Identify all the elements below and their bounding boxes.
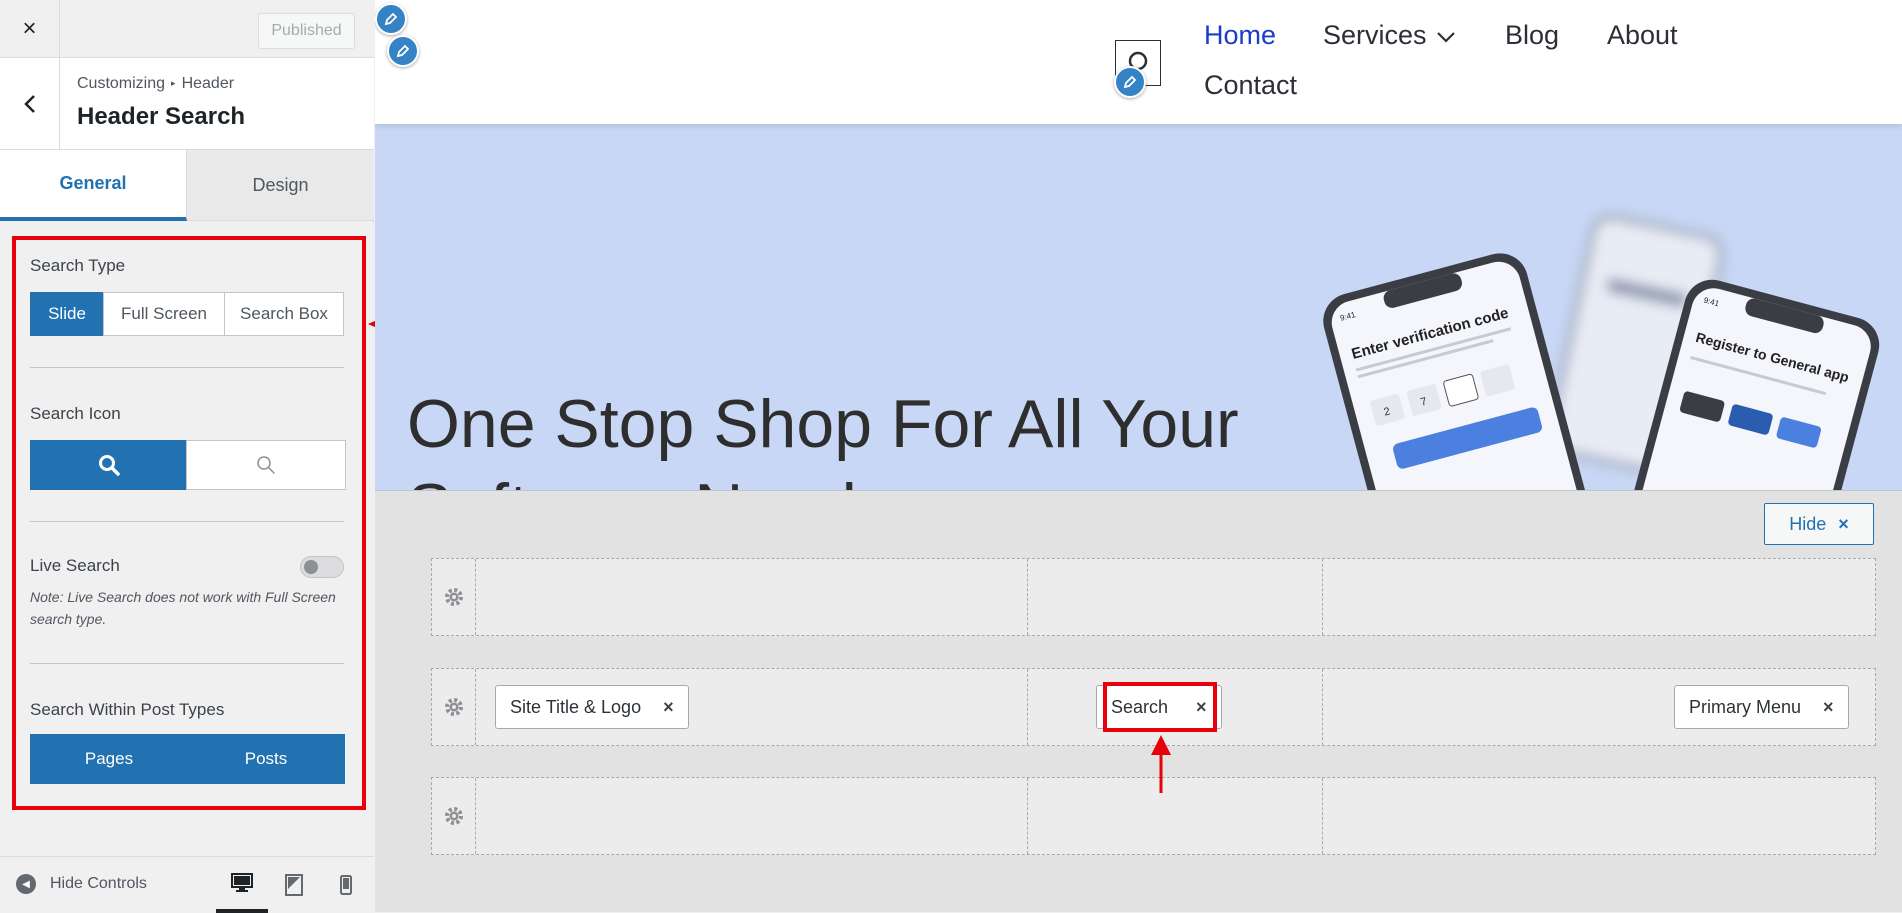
remove-item-icon[interactable]: × <box>1823 697 1834 718</box>
gear-icon <box>444 807 463 825</box>
edit-shortcut-button[interactable] <box>375 3 407 35</box>
close-customizer-button[interactable]: × <box>0 0 60 58</box>
toggle-knob <box>304 560 318 574</box>
row-column-left[interactable] <box>476 778 1028 854</box>
collapse-icon: ◀ <box>16 874 36 894</box>
nav-item-label: Services <box>1323 20 1427 50</box>
pencil-icon <box>1123 75 1137 89</box>
hide-controls-label: Hide Controls <box>50 875 147 892</box>
published-button[interactable]: Published <box>258 13 355 49</box>
tablet-icon <box>285 874 303 896</box>
pencil-icon <box>384 12 398 26</box>
builder-item-label: Primary Menu <box>1689 696 1802 717</box>
builder-row-top <box>431 558 1876 636</box>
row-settings-button[interactable] <box>432 669 476 745</box>
breadcrumb-separator: ▸ <box>171 78 176 88</box>
breadcrumb-parent: Customizing <box>77 75 166 92</box>
phone-mockup-image: 9:41 Enter verification code 2 7 9:41 Re… <box>1323 214 1880 490</box>
page-title: Header Search <box>77 103 246 130</box>
back-button[interactable] <box>0 58 60 150</box>
live-search-label: Live Search <box>30 556 120 575</box>
desktop-preview-button[interactable] <box>216 857 268 913</box>
post-type-pages-button[interactable]: Pages <box>30 734 188 784</box>
search-type-group: Slide Full Screen Search Box <box>30 292 344 336</box>
live-search-note: Note: Live Search does not work with Ful… <box>30 589 336 627</box>
tablet-preview-button[interactable] <box>268 857 320 913</box>
tab-general[interactable]: General <box>0 150 187 221</box>
close-icon: × <box>22 15 37 42</box>
nav-item-blog[interactable]: Blog <box>1505 20 1559 51</box>
nav-item-services[interactable]: Services <box>1323 20 1456 51</box>
hero-section: One Stop Shop For All Your Software Need… <box>375 124 1902 490</box>
mobile-icon <box>340 875 352 895</box>
close-icon: × <box>1838 513 1849 534</box>
search-type-label: Search Type <box>30 256 126 275</box>
search-type-searchbox-button[interactable]: Search Box <box>224 292 344 336</box>
tab-design[interactable]: Design <box>187 150 374 221</box>
edit-shortcut-button[interactable] <box>1114 66 1146 98</box>
live-search-toggle[interactable] <box>300 556 344 578</box>
post-type-posts-button[interactable]: Posts <box>187 734 345 784</box>
hide-controls-button[interactable]: ◀ Hide Controls <box>16 874 147 894</box>
divider <box>30 663 344 664</box>
builder-item-label: Search <box>1111 696 1169 717</box>
search-icon <box>257 456 275 474</box>
remove-item-icon[interactable]: × <box>1196 697 1207 718</box>
search-type-slide-button[interactable]: Slide <box>30 292 104 336</box>
post-types-label: Search Within Post Types <box>30 700 225 719</box>
builder-item-label: Site Title & Logo <box>510 696 642 717</box>
builder-item-site-title-logo[interactable]: Site Title & Logo × <box>495 685 689 729</box>
nav-item-contact[interactable]: Contact <box>1204 70 1297 101</box>
builder-item-search[interactable]: Search × <box>1096 685 1222 729</box>
customizer-topbar: × Published <box>0 0 374 58</box>
gear-icon <box>444 698 463 716</box>
customizer-sidebar: × Published Customizing ▸ Header Header Se… <box>0 0 374 913</box>
search-icon-group <box>30 440 346 490</box>
hero-title: One Stop Shop For All Your Software Need… <box>407 386 1239 490</box>
row-column-left[interactable] <box>476 559 1028 635</box>
row-column-center[interactable] <box>1028 559 1323 635</box>
row-settings-button[interactable] <box>432 778 476 854</box>
annotation-arrow-up <box>1151 735 1171 793</box>
nav-item-home[interactable]: Home <box>1204 20 1276 51</box>
mobile-preview-button[interactable] <box>320 857 372 913</box>
general-controls: Search Type Slide Full Screen Search Box… <box>0 222 374 856</box>
row-settings-button[interactable] <box>432 559 476 635</box>
section-header: Customizing ▸ Header Header Search <box>0 58 374 150</box>
site-header: Home Services Blog About Contact <box>375 0 1902 124</box>
divider <box>30 367 344 368</box>
settings-tabs: General Design <box>0 150 374 221</box>
customizer-footer: ◀ Hide Controls <box>0 856 374 913</box>
header-builder: Hide × Site Title & Logo × Search × Prim… <box>375 490 1902 912</box>
hide-builder-button[interactable]: Hide × <box>1764 503 1874 545</box>
site-preview: Home Services Blog About Contact One Sto… <box>375 0 1902 490</box>
hide-builder-label: Hide <box>1789 513 1827 534</box>
divider <box>30 521 344 522</box>
search-icon-thin-button[interactable] <box>186 440 346 490</box>
desktop-icon <box>231 873 253 892</box>
remove-item-icon[interactable]: × <box>663 697 674 718</box>
chevron-down-icon <box>1437 32 1455 43</box>
gear-icon <box>444 588 463 606</box>
nav-item-about[interactable]: About <box>1607 20 1678 51</box>
breadcrumb-current: Header <box>181 75 235 92</box>
pencil-icon <box>396 44 410 58</box>
breadcrumb: Customizing ▸ Header <box>77 75 234 93</box>
chevron-left-icon <box>23 95 35 113</box>
edit-shortcut-button[interactable] <box>387 35 419 67</box>
search-type-fullscreen-button[interactable]: Full Screen <box>103 292 225 336</box>
search-icon-label: Search Icon <box>30 404 121 423</box>
row-column-center[interactable] <box>1028 778 1323 854</box>
search-icon <box>98 455 120 476</box>
search-icon-bold-button[interactable] <box>30 440 187 490</box>
builder-item-primary-menu[interactable]: Primary Menu × <box>1674 685 1849 729</box>
post-types-group: Pages Posts <box>30 734 345 784</box>
